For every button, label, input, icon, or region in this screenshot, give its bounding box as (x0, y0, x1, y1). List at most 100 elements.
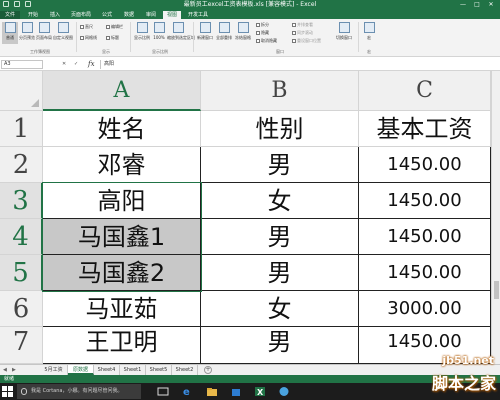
arrange-all-icon (218, 22, 230, 33)
status-text: 就绪 (4, 376, 15, 382)
normal-view-button[interactable]: 普通 (2, 22, 18, 44)
tab-review[interactable]: 审阅 (142, 11, 160, 19)
sheet-next-button[interactable]: ▶ (12, 366, 16, 375)
sheet-tab-sheet2[interactable]: Sheet2 (172, 365, 198, 375)
hide-button[interactable]: 隐藏 (256, 30, 269, 35)
formula-bar-checkbox[interactable]: 编辑栏 (106, 24, 123, 29)
sheet-tab-may-salary[interactable]: 5月工资 (40, 365, 68, 375)
file-explorer-icon[interactable] (206, 386, 218, 397)
zoom-button[interactable]: 显示比例 (133, 22, 151, 44)
select-all-corner[interactable] (0, 71, 43, 111)
windows-start-icon[interactable] (2, 386, 13, 397)
cell-b3[interactable]: 女 (201, 183, 359, 219)
cell-b1[interactable]: 性别 (201, 111, 359, 147)
row-header-1[interactable]: 1 (0, 111, 43, 147)
cell-b7[interactable]: 男 (201, 327, 359, 364)
edge-browser-icon[interactable]: e (182, 386, 194, 397)
tab-formulas[interactable]: 公式 (98, 11, 116, 19)
row-header-3[interactable]: 3 (0, 183, 43, 219)
checkbox-box (106, 25, 110, 29)
cell-a2[interactable]: 邓睿 (43, 147, 201, 183)
headings-checkbox[interactable]: 标题 (106, 35, 119, 40)
cortana-search-box[interactable]: 我是 Cortana，小娜。有问题尽管问我。 (17, 384, 141, 399)
row-header-2[interactable]: 2 (0, 147, 43, 183)
cell-c5[interactable]: 1450.00 (359, 255, 491, 291)
task-view-icon[interactable] (157, 386, 169, 397)
name-box[interactable]: A3 (1, 60, 43, 69)
cell-c2[interactable]: 1450.00 (359, 147, 491, 183)
zoom-label: 显示比例 (134, 35, 150, 40)
cell-c1[interactable]: 基本工资 (359, 111, 491, 147)
cell-a5[interactable]: 马国鑫2 (43, 255, 201, 291)
column-header-c[interactable]: C (359, 71, 491, 111)
column-header-b[interactable]: B (201, 71, 359, 111)
excel-taskbar-icon[interactable]: X (254, 386, 266, 397)
gridlines-checkbox[interactable]: 网格线 (80, 35, 97, 40)
cell-c3[interactable]: 1450.00 (359, 183, 491, 219)
cell-b6[interactable]: 女 (201, 291, 359, 327)
sheet-prev-button[interactable]: ◀ (3, 366, 7, 375)
column-header-a[interactable]: A (43, 71, 201, 111)
macros-button[interactable]: 宏 (362, 22, 376, 44)
new-window-button[interactable]: 新建窗口 (196, 22, 214, 44)
browser-taskbar-icon[interactable] (278, 386, 290, 397)
tab-page-layout[interactable]: 页面布局 (68, 11, 94, 19)
row-header-5[interactable]: 5 (0, 255, 43, 291)
sheet-tab-raw-data[interactable]: 原数据 (68, 365, 94, 375)
cell-a3[interactable]: 高阳 (43, 183, 201, 219)
sheet-tab-sheet1[interactable]: Sheet1 (120, 365, 146, 375)
add-sheet-button[interactable]: + (204, 366, 212, 374)
tab-insert[interactable]: 插入 (46, 11, 64, 19)
cell-c4[interactable]: 1450.00 (359, 219, 491, 255)
cell-a4[interactable]: 马国鑫1 (43, 219, 201, 255)
arrange-all-label: 全部重排 (216, 35, 232, 40)
split-label: 拆分 (261, 22, 269, 27)
switch-windows-icon (338, 22, 350, 33)
scrollbar-thumb[interactable] (494, 281, 499, 299)
vertical-scrollbar[interactable] (491, 71, 500, 364)
cancel-entry-button[interactable]: ✕ (62, 60, 66, 69)
row-header-6[interactable]: 6 (0, 291, 43, 327)
cell-a6[interactable]: 马亚茹 (43, 291, 201, 327)
sheet-tab-sheet4[interactable]: Sheet4 (94, 365, 120, 375)
page-layout-view-button[interactable]: 页面布局 (36, 22, 52, 44)
unhide-button[interactable]: 取消隐藏 (256, 38, 277, 43)
store-icon[interactable] (230, 386, 242, 397)
tab-developer[interactable]: 开发工具 (185, 11, 211, 19)
zoom-selection-icon (172, 22, 184, 33)
cell-b4[interactable]: 男 (201, 219, 359, 255)
tab-view[interactable]: 视图 (163, 11, 181, 19)
cell-b2[interactable]: 男 (201, 147, 359, 183)
close-button[interactable]: ✕ (484, 0, 498, 10)
maximize-button[interactable]: □ (470, 0, 484, 10)
reset-position-button[interactable]: 重设窗口位置 (292, 38, 321, 43)
tab-data[interactable]: 数据 (120, 11, 138, 19)
minimize-button[interactable]: — (456, 0, 470, 10)
cell-b5[interactable]: 男 (201, 255, 359, 291)
tab-file[interactable]: 文件 (0, 11, 20, 19)
row-header-7[interactable]: 7 (0, 327, 43, 364)
zoom-100-button[interactable]: 100% (152, 22, 166, 44)
cell-a7[interactable]: 王卫明 (43, 327, 201, 364)
sync-scroll-button[interactable]: 同步滚动 (292, 30, 313, 35)
freeze-panes-button[interactable]: 冻结窗格 (234, 22, 252, 44)
cortana-search-placeholder: 我是 Cortana，小娜。有问题尽管问我。 (31, 388, 123, 394)
cell-c6[interactable]: 3000.00 (359, 291, 491, 327)
enter-entry-button[interactable]: ✓ (74, 60, 78, 69)
cell-a1[interactable]: 姓名 (43, 111, 201, 147)
sheet-tab-sheet5[interactable]: Sheet5 (146, 365, 172, 375)
zoom-selection-button[interactable]: 缩放到选定区域 (167, 22, 195, 44)
custom-view-button[interactable]: 自定义视图 (53, 22, 73, 44)
arrange-all-button[interactable]: 全部重排 (215, 22, 233, 44)
split-button[interactable]: 拆分 (256, 22, 269, 27)
window-group-label: 窗口 (276, 49, 284, 54)
page-break-preview-button[interactable]: 分页预览 (19, 22, 35, 44)
select-all-triangle-icon (31, 99, 39, 107)
formula-input[interactable]: 高阳 (100, 60, 498, 69)
ruler-checkbox[interactable]: 直尺 (80, 24, 93, 29)
insert-function-button[interactable]: fx (88, 59, 95, 69)
switch-windows-button[interactable]: 切换窗口 (334, 22, 354, 44)
row-header-4[interactable]: 4 (0, 219, 43, 255)
side-by-side-button[interactable]: 并排查看 (292, 22, 313, 27)
tab-home[interactable]: 开始 (24, 11, 42, 19)
